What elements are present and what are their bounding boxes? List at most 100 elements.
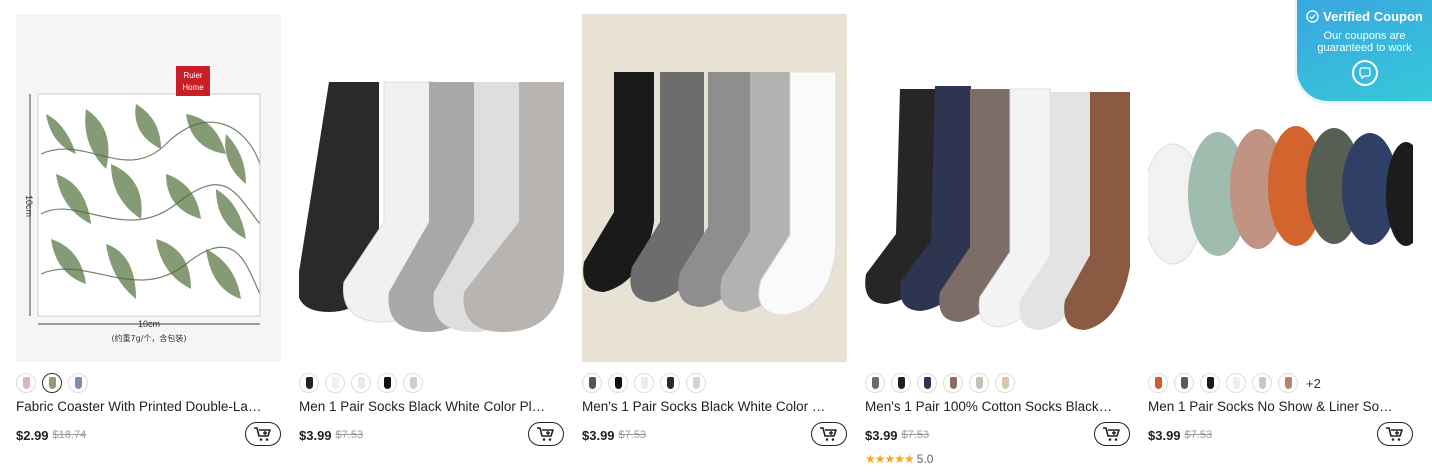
color-swatch[interactable] bbox=[68, 373, 88, 393]
socks-image bbox=[583, 71, 837, 316]
color-swatch[interactable] bbox=[403, 373, 423, 393]
color-swatch[interactable] bbox=[42, 373, 62, 393]
color-swatch[interactable] bbox=[1200, 373, 1220, 393]
color-swatch[interactable] bbox=[582, 373, 602, 393]
original-price: $7.53 bbox=[1184, 429, 1213, 441]
color-swatch[interactable] bbox=[1278, 373, 1298, 393]
swatch-sock-icon bbox=[614, 377, 622, 389]
color-swatches: +2 bbox=[1148, 372, 1413, 394]
dim-bottom-label: 10cm bbox=[138, 319, 160, 329]
more-colors-label[interactable]: +2 bbox=[1306, 376, 1321, 391]
swatch-sock-icon bbox=[331, 377, 339, 389]
color-swatch[interactable] bbox=[1252, 373, 1272, 393]
add-to-cart-button[interactable] bbox=[1094, 422, 1130, 446]
cart-plus-icon bbox=[537, 427, 554, 441]
verified-coupon-badge[interactable]: Verified Coupon Our coupons are guarante… bbox=[1294, 0, 1432, 104]
swatch-sock-icon bbox=[1284, 377, 1292, 389]
color-swatch[interactable] bbox=[634, 373, 654, 393]
product-grid: Ruier Home 10cm 10cm (约重7g/个，含包装) Fabric… bbox=[0, 0, 1432, 475]
color-swatch[interactable] bbox=[1148, 373, 1168, 393]
product-image[interactable]: Ruier Home 10cm 10cm (约重7g/个，含包装) bbox=[16, 14, 281, 362]
swatch-sock-icon bbox=[975, 377, 983, 389]
color-swatch[interactable] bbox=[16, 373, 36, 393]
color-swatches bbox=[16, 372, 281, 394]
color-swatch[interactable] bbox=[377, 373, 397, 393]
color-swatch[interactable] bbox=[995, 373, 1015, 393]
color-swatch[interactable] bbox=[917, 373, 937, 393]
color-swatch[interactable] bbox=[1174, 373, 1194, 393]
product-title[interactable]: Fabric Coaster With Printed Double-Layer… bbox=[16, 398, 266, 416]
color-swatch[interactable] bbox=[660, 373, 680, 393]
sale-price: $3.99 bbox=[865, 427, 898, 443]
swatch-sock-icon bbox=[897, 377, 905, 389]
color-swatches bbox=[582, 372, 847, 394]
swatch-sock-icon bbox=[383, 377, 391, 389]
color-swatch[interactable] bbox=[865, 373, 885, 393]
product-card[interactable]: Ruier Home 10cm 10cm (约重7g/个，含包装) Fabric… bbox=[16, 14, 281, 448]
cart-plus-icon bbox=[254, 427, 271, 441]
coaster-image: Ruier Home 10cm 10cm (约重7g/个，含包装) bbox=[24, 66, 261, 343]
dim-side-label: 10cm bbox=[24, 195, 34, 217]
rating-value: 5.0 bbox=[916, 452, 934, 466]
add-to-cart-button[interactable] bbox=[1377, 422, 1413, 446]
swatch-sock-icon bbox=[1180, 377, 1188, 389]
color-swatch[interactable] bbox=[299, 373, 319, 393]
add-to-cart-button[interactable] bbox=[245, 422, 281, 446]
swatch-sock-icon bbox=[871, 377, 879, 389]
swatch-sock-icon bbox=[923, 377, 931, 389]
swatch-sock-icon bbox=[357, 377, 365, 389]
product-title[interactable]: Men's 1 Pair Socks Black White Color Sol… bbox=[582, 398, 832, 416]
price-row: $2.99 $18.74 bbox=[16, 422, 281, 448]
swatch-sock-icon bbox=[1154, 377, 1162, 389]
price-row: $3.99 $7.53 bbox=[299, 422, 564, 448]
product-title[interactable]: Men's 1 Pair 100% Cotton Socks Black Whi… bbox=[865, 398, 1115, 416]
swatch-sock-icon bbox=[74, 377, 82, 389]
cart-plus-icon bbox=[1103, 427, 1120, 441]
brand-label-1: Ruier bbox=[183, 71, 202, 80]
price-row: $3.99 $7.53 bbox=[865, 422, 1130, 448]
rating: ★★★★★ 5.0 bbox=[865, 452, 1130, 466]
swatch-sock-icon bbox=[1001, 377, 1009, 389]
color-swatch[interactable] bbox=[891, 373, 911, 393]
color-swatch[interactable] bbox=[969, 373, 989, 393]
original-price: $18.74 bbox=[52, 429, 87, 441]
product-image[interactable] bbox=[865, 14, 1130, 362]
original-price: $7.53 bbox=[335, 429, 364, 441]
swatch-sock-icon bbox=[409, 377, 417, 389]
color-swatch[interactable] bbox=[686, 373, 706, 393]
swatch-sock-icon bbox=[48, 377, 56, 389]
color-swatch[interactable] bbox=[325, 373, 345, 393]
sale-price: $3.99 bbox=[582, 427, 615, 443]
product-card[interactable]: Men's 1 Pair Socks Black White Color Sol… bbox=[582, 14, 847, 448]
coupon-logo-icon[interactable] bbox=[1351, 60, 1378, 86]
coupon-header: Verified Coupon bbox=[1297, 9, 1432, 24]
socks-image bbox=[865, 86, 1130, 330]
sale-price: $2.99 bbox=[16, 427, 49, 443]
color-swatch[interactable] bbox=[943, 373, 963, 393]
check-circle-icon bbox=[1306, 10, 1319, 23]
color-swatches bbox=[865, 372, 1130, 394]
cart-plus-icon bbox=[820, 427, 837, 441]
swatch-sock-icon bbox=[666, 377, 674, 389]
sale-price: $3.99 bbox=[1148, 427, 1181, 443]
add-to-cart-button[interactable] bbox=[811, 422, 847, 446]
swatch-sock-icon bbox=[640, 377, 648, 389]
product-title[interactable]: Men 1 Pair Socks Black White Color Plain… bbox=[299, 398, 549, 416]
original-price: $7.53 bbox=[901, 429, 930, 441]
coupon-subtitle: Our coupons are guaranteed to work bbox=[1317, 30, 1412, 54]
product-card[interactable]: Men's 1 Pair 100% Cotton Socks Black Whi… bbox=[865, 14, 1130, 466]
color-swatches bbox=[299, 372, 564, 394]
add-to-cart-button[interactable] bbox=[528, 422, 564, 446]
swatch-sock-icon bbox=[1258, 377, 1266, 389]
swatch-sock-icon bbox=[692, 377, 700, 389]
weight-note: (约重7g/个，含包装) bbox=[111, 333, 186, 343]
color-swatch[interactable] bbox=[351, 373, 371, 393]
product-image[interactable] bbox=[582, 14, 847, 362]
product-card[interactable]: Men 1 Pair Socks Black White Color Plain… bbox=[299, 14, 564, 448]
product-title[interactable]: Men 1 Pair Socks No Show & Liner Socks..… bbox=[1148, 398, 1398, 416]
color-swatch[interactable] bbox=[608, 373, 628, 393]
chat-bubble-icon bbox=[1358, 67, 1371, 80]
product-image[interactable] bbox=[299, 14, 564, 362]
swatch-sock-icon bbox=[949, 377, 957, 389]
color-swatch[interactable] bbox=[1226, 373, 1246, 393]
